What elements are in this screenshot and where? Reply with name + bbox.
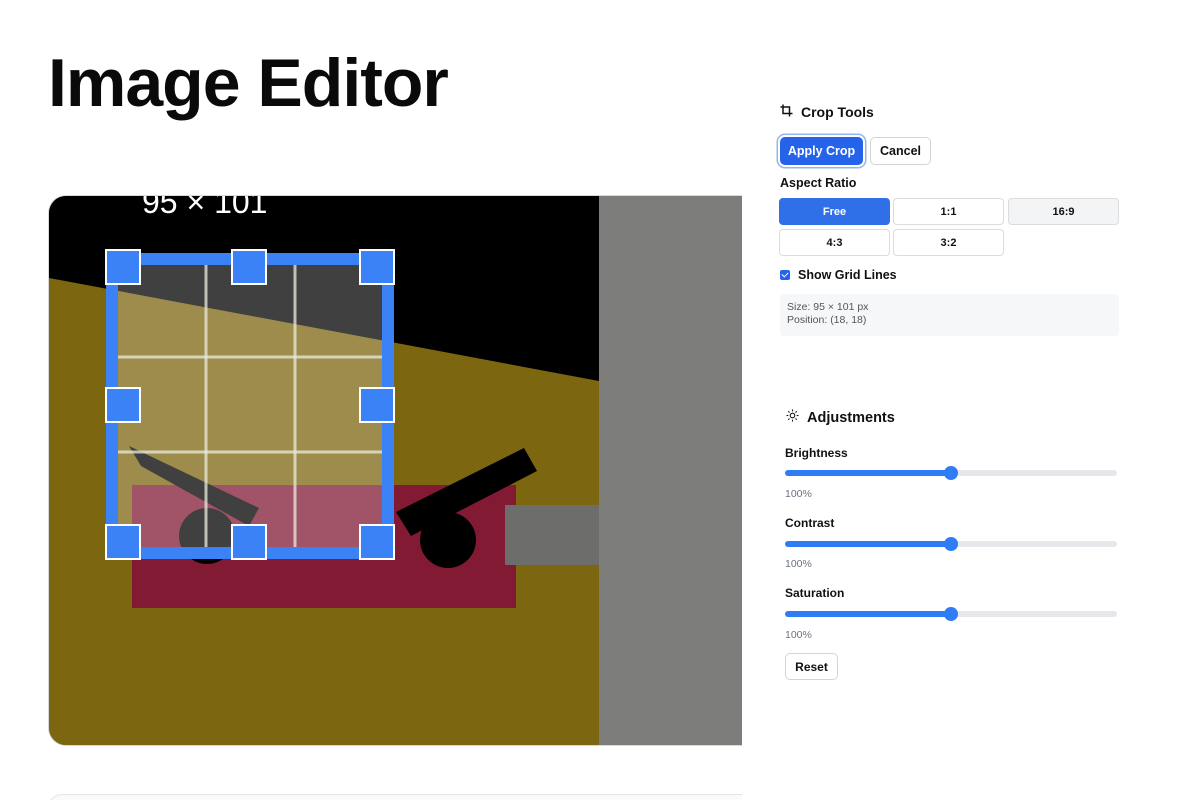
sun-icon xyxy=(786,409,799,426)
crop-position-text: Position: (18, 18) xyxy=(787,314,867,326)
crop-area-tint xyxy=(112,259,388,553)
brightness-label: Brightness xyxy=(785,446,848,460)
contrast-label: Contrast xyxy=(785,516,835,530)
crop-size-overlay: 95 × 101 xyxy=(142,196,267,220)
page-title: Image Editor xyxy=(48,45,449,121)
grid-lines-label: Show Grid Lines xyxy=(798,268,897,282)
crop-icon xyxy=(780,104,793,120)
show-grid-lines-toggle[interactable]: Show Grid Lines xyxy=(780,268,897,282)
ratio-3-2-button[interactable]: 3:2 xyxy=(893,229,1004,256)
image-black-circle-right xyxy=(420,512,476,568)
brightness-slider-fill xyxy=(785,470,951,476)
saturation-slider-fill xyxy=(785,611,951,617)
saturation-slider[interactable] xyxy=(785,607,1117,621)
ratio-1-1-button[interactable]: 1:1 xyxy=(893,198,1004,225)
apply-crop-button[interactable]: Apply Crop xyxy=(780,137,863,165)
ratio-4-3-button[interactable]: 4:3 xyxy=(779,229,890,256)
canvas-image: 95 × 101 xyxy=(49,196,742,745)
image-gray-block xyxy=(505,505,599,565)
crop-handle-right[interactable] xyxy=(359,387,395,423)
brightness-slider[interactable] xyxy=(785,466,1117,480)
reset-button[interactable]: Reset xyxy=(785,653,838,680)
bottom-panel xyxy=(48,794,742,800)
crop-handle-bottom[interactable] xyxy=(231,524,267,560)
contrast-slider[interactable] xyxy=(785,537,1117,551)
grid-lines-checkbox[interactable] xyxy=(780,270,790,280)
contrast-value: 100% xyxy=(785,558,812,570)
aspect-ratio-label: Aspect Ratio xyxy=(780,176,857,190)
crop-handle-left[interactable] xyxy=(105,387,141,423)
crop-size-text: Size: 95 × 101 px xyxy=(787,301,869,313)
adjustments-title: Adjustments xyxy=(807,409,895,426)
crop-handle-bottom-right[interactable] xyxy=(359,524,395,560)
crop-handle-top[interactable] xyxy=(231,249,267,285)
crop-tools-header: Crop Tools xyxy=(780,104,874,120)
image-canvas[interactable]: 95 × 101 xyxy=(48,195,742,746)
crop-tools-title: Crop Tools xyxy=(801,104,874,120)
crop-handle-top-left[interactable] xyxy=(105,249,141,285)
canvas-gray-area xyxy=(599,196,742,745)
crop-info-box: Size: 95 × 101 px Position: (18, 18) xyxy=(780,294,1119,336)
saturation-slider-thumb[interactable] xyxy=(944,607,958,621)
crop-selection[interactable] xyxy=(105,249,395,560)
ratio-16-9-button[interactable]: 16:9 xyxy=(1008,198,1119,225)
crop-handle-top-right[interactable] xyxy=(359,249,395,285)
cancel-button[interactable]: Cancel xyxy=(870,137,931,165)
adjustments-header: Adjustments xyxy=(786,409,895,426)
saturation-value: 100% xyxy=(785,629,812,641)
contrast-slider-thumb[interactable] xyxy=(944,537,958,551)
crop-handle-bottom-left[interactable] xyxy=(105,524,141,560)
ratio-free-button[interactable]: Free xyxy=(779,198,890,225)
saturation-label: Saturation xyxy=(785,586,845,600)
brightness-value: 100% xyxy=(785,488,812,500)
contrast-slider-fill xyxy=(785,541,951,547)
brightness-slider-thumb[interactable] xyxy=(944,466,958,480)
